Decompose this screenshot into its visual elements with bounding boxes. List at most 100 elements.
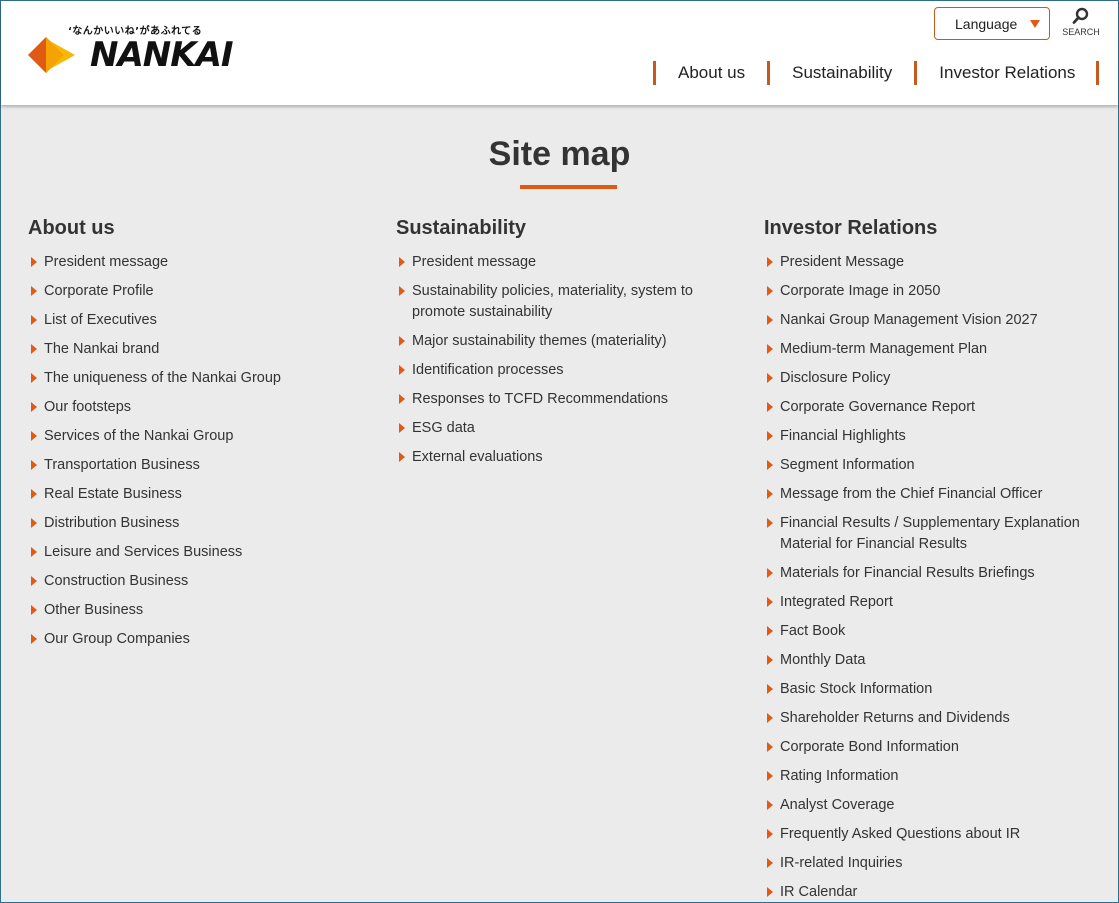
sitemap-link-label: Segment Information (780, 457, 915, 473)
triangle-right-icon (767, 858, 773, 868)
sitemap-link-label: Real Estate Business (44, 486, 182, 502)
triangle-right-icon (767, 568, 773, 578)
sitemap-link[interactable]: Basic Stock Information (764, 679, 1109, 700)
sitemap-link[interactable]: Rating Information (764, 766, 1109, 787)
sitemap-link-label: Message from the Chief Financial Officer (780, 486, 1043, 502)
sitemap-link[interactable]: Medium-term Management Plan (764, 339, 1109, 360)
sitemap-link[interactable]: Transportation Business (28, 455, 358, 476)
triangle-right-icon (767, 489, 773, 499)
nav-investor-relations[interactable]: Investor Relations (914, 61, 1096, 85)
triangle-right-icon (767, 373, 773, 383)
sustainability-links: President message Sustainability policies… (396, 252, 736, 468)
sitemap-link[interactable]: Other Business (28, 600, 358, 621)
column-heading-sustainability: Sustainability (396, 217, 527, 239)
sitemap-link-label: Corporate Governance Report (780, 399, 976, 415)
sitemap-link[interactable]: Identification processes (396, 360, 736, 381)
nav-about-us[interactable]: About us (653, 61, 767, 85)
sitemap-link[interactable]: Nankai Group Management Vision 2027 (764, 310, 1109, 331)
triangle-right-icon (767, 626, 773, 636)
nankai-logo[interactable]: ‘なんかいいね’があふれてる NANKAI (28, 21, 234, 81)
sitemap-link[interactable]: Segment Information (764, 455, 1109, 476)
about-us-links: President message Corporate Profile List o… (28, 252, 358, 650)
triangle-right-icon (767, 684, 773, 694)
triangle-right-icon (399, 286, 405, 296)
sitemap-link-label: Corporate Bond Information (780, 739, 959, 755)
triangle-right-icon (767, 597, 773, 607)
search-label: SEARCH (1062, 27, 1100, 37)
triangle-right-icon (399, 257, 405, 267)
column-heading-about-us: About us (28, 217, 115, 239)
sitemap-link[interactable]: President message (396, 252, 736, 273)
sitemap-link[interactable]: Corporate Governance Report (764, 397, 1109, 418)
sitemap-link-label: Distribution Business (44, 515, 180, 531)
sitemap-link[interactable]: Materials for Financial Results Briefing… (764, 563, 1109, 584)
language-button[interactable]: Language (934, 7, 1050, 40)
site-header: ‘なんかいいね’があふれてる NANKAI Language SEARCH Ab… (1, 1, 1118, 105)
sitemap-link[interactable]: List of Executives (28, 310, 358, 331)
sitemap-link[interactable]: Financial Highlights (764, 426, 1109, 447)
triangle-right-icon (767, 829, 773, 839)
sitemap-link-label: Construction Business (44, 573, 189, 589)
sitemap-link[interactable]: Construction Business (28, 571, 358, 592)
sitemap-link[interactable]: Monthly Data (764, 650, 1109, 671)
sitemap-link[interactable]: Distribution Business (28, 513, 358, 534)
sitemap-link[interactable]: Fact Book (764, 621, 1109, 642)
triangle-right-icon (767, 655, 773, 665)
sitemap-link[interactable]: Frequently Asked Questions about IR (764, 824, 1109, 845)
sitemap-link[interactable]: Corporate Profile (28, 281, 358, 302)
triangle-right-icon (767, 286, 773, 296)
sitemap-link[interactable]: Analyst Coverage (764, 795, 1109, 816)
triangle-right-icon (31, 257, 37, 267)
triangle-right-icon (31, 634, 37, 644)
triangle-right-icon (767, 402, 773, 412)
triangle-right-icon (31, 576, 37, 586)
sitemap-link[interactable]: Leisure and Services Business (28, 542, 358, 563)
investor-relations-links: President Message Corporate Image in 2050… (764, 252, 1109, 903)
triangle-right-icon (31, 344, 37, 354)
sitemap-link[interactable]: President message (28, 252, 358, 273)
triangle-right-icon (31, 460, 37, 470)
sitemap-link[interactable]: ESG data (396, 418, 736, 439)
triangle-right-icon (767, 344, 773, 354)
sitemap-link[interactable]: Integrated Report (764, 592, 1109, 613)
triangle-right-icon (399, 423, 405, 433)
triangle-right-icon (31, 286, 37, 296)
column-heading-investor-relations: Investor Relations (764, 217, 938, 239)
triangle-right-icon (767, 742, 773, 752)
triangle-right-icon (767, 257, 773, 267)
sitemap-link[interactable]: Corporate Bond Information (764, 737, 1109, 758)
sitemap-link-label: Our footsteps (44, 399, 132, 415)
sitemap-link[interactable]: Message from the Chief Financial Officer (764, 484, 1109, 505)
triangle-right-icon (767, 315, 773, 325)
triangle-right-icon (767, 771, 773, 781)
search-button[interactable]: SEARCH (1059, 5, 1103, 41)
sitemap-link-label: The uniqueness of the Nankai Group (44, 370, 281, 386)
sitemap-link-label: Integrated Report (780, 594, 893, 610)
sitemap-link-label: The Nankai brand (44, 341, 160, 357)
sitemap-link[interactable]: The Nankai brand (28, 339, 358, 360)
sitemap-link[interactable]: Financial Results / Supplementary Explan… (764, 513, 1109, 555)
sitemap-link-label: ESG data (412, 420, 475, 436)
sitemap-link[interactable]: Disclosure Policy (764, 368, 1109, 389)
triangle-right-icon (31, 431, 37, 441)
sitemap-link-label: External evaluations (412, 449, 543, 465)
sitemap-link[interactable]: Corporate Image in 2050 (764, 281, 1109, 302)
sitemap-link[interactable]: Our footsteps (28, 397, 358, 418)
sitemap-link[interactable]: Services of the Nankai Group (28, 426, 358, 447)
sitemap-link[interactable]: Responses to TCFD Recommendations (396, 389, 736, 410)
sitemap-link[interactable]: Major sustainability themes (materiality… (396, 331, 736, 352)
nav-sustainability[interactable]: Sustainability (767, 61, 914, 85)
sitemap-link[interactable]: The uniqueness of the Nankai Group (28, 368, 358, 389)
sitemap-link[interactable]: Sustainability policies, materiality, sy… (396, 281, 736, 323)
sitemap-link-label: Other Business (44, 602, 144, 618)
triangle-right-icon (31, 547, 37, 557)
sitemap-link[interactable]: IR-related Inquiries (764, 853, 1109, 874)
sitemap-link[interactable]: President Message (764, 252, 1109, 273)
sitemap-link[interactable]: External evaluations (396, 447, 736, 468)
triangle-right-icon (767, 460, 773, 470)
sitemap-link[interactable]: Real Estate Business (28, 484, 358, 505)
sitemap-link[interactable]: IR Calendar (764, 882, 1109, 903)
sitemap-link[interactable]: Our Group Companies (28, 629, 358, 650)
triangle-right-icon (31, 315, 37, 325)
sitemap-link[interactable]: Shareholder Returns and Dividends (764, 708, 1109, 729)
